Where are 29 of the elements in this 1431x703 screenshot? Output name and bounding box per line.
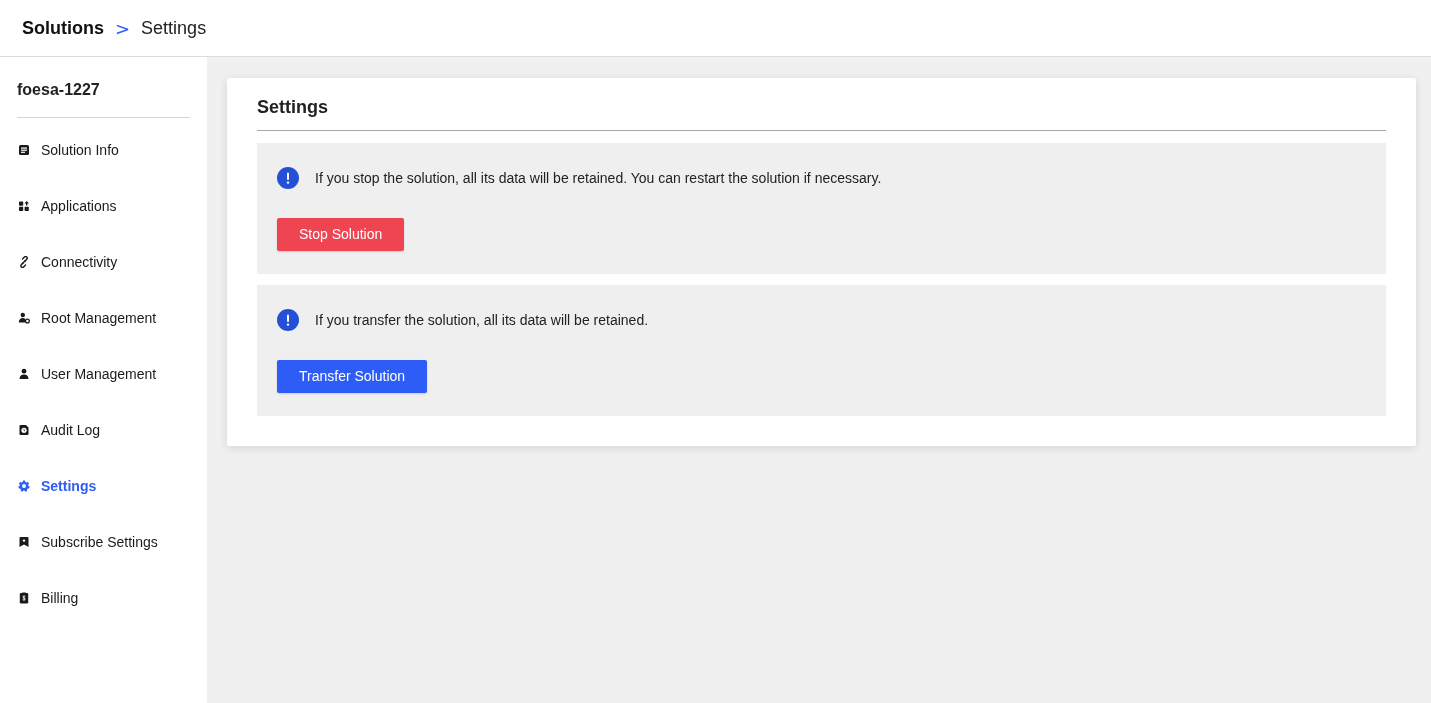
breadcrumb-separator: > xyxy=(115,16,131,41)
link-icon xyxy=(18,256,30,268)
sidebar-item[interactable]: Solution Info xyxy=(17,122,190,178)
sidebar-item[interactable]: Settings xyxy=(17,458,190,514)
sidebar-item[interactable]: Billing xyxy=(17,570,190,626)
info-icon xyxy=(277,309,299,331)
breadcrumb-current: Settings xyxy=(141,16,207,40)
user-gear-icon xyxy=(18,312,30,324)
sidebar-item[interactable]: Subscribe Settings xyxy=(17,514,190,570)
sidebar-item[interactable]: Audit Log xyxy=(17,402,190,458)
action-button[interactable]: Stop Solution xyxy=(277,218,405,251)
notice-text: If you transfer the solution, all its data will be retained. xyxy=(315,310,649,330)
sidebar-item[interactable]: Root Management xyxy=(17,290,190,346)
sidebar-item[interactable]: User Management xyxy=(17,346,190,402)
clock-document-icon xyxy=(18,424,30,436)
card-title: Settings xyxy=(257,96,329,119)
bookmark-icon xyxy=(18,536,30,548)
user-icon xyxy=(18,368,30,380)
document-icon xyxy=(18,144,30,156)
notice-text: If you stop the solution, all its data will be retained. You can restart the solution if necessary. xyxy=(315,168,882,188)
solution-name: foesa-1227 xyxy=(17,80,101,100)
action-button[interactable]: Transfer Solution xyxy=(277,360,428,393)
settings-icon xyxy=(18,480,30,492)
sidebar-item[interactable]: Connectivity xyxy=(17,234,190,290)
dollar-receipt-icon xyxy=(18,592,30,604)
breadcrumb-link[interactable]: Solutions xyxy=(22,14,104,42)
sidebar-item[interactable]: Applications xyxy=(17,178,190,234)
grid-icon xyxy=(18,200,30,212)
info-icon xyxy=(277,167,299,189)
